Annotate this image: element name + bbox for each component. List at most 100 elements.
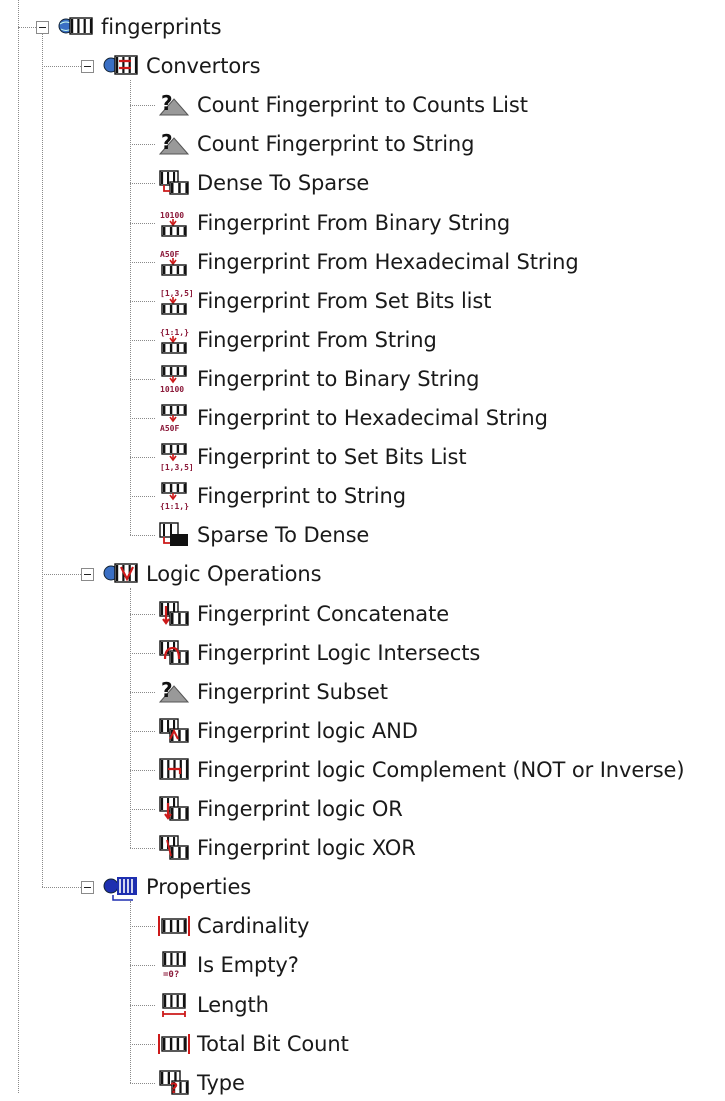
tree-node-fingerprint-logic-xor[interactable]: Fingerprint logic XOR [152,830,416,866]
concatenate-icon [152,599,194,629]
is-empty-icon: =0? [152,950,194,980]
tree-connector-line [130,80,131,536]
hex-to-fingerprint-icon: A50F [152,247,194,277]
setbits-to-fingerprint-icon: [1,3,5] [152,286,194,316]
tree-node-label: Fingerprint Concatenate [197,601,450,626]
tree-node-label: Fingerprint to Set Bits List [197,445,467,470]
tree-connector-line [130,588,131,849]
tree-node-label: Dense To Sparse [197,171,370,196]
tree-node-type[interactable]: ? Type [152,1065,245,1101]
tree-node-label: Count Fingerprint to Counts List [197,93,528,118]
tree-node-label: Fingerprint to Binary String [197,366,480,391]
tree-node-label: Is Empty? [197,953,299,978]
tree-node-logic-operations[interactable]: Logic Operations [101,556,322,592]
convertors-category-icon [101,51,143,81]
svg-text:?: ? [170,1081,178,1097]
fingerprint-to-binary-icon: 10100 [152,364,194,394]
cardinality-icon [152,911,194,941]
logic-or-icon [152,794,194,824]
tree-node-label: Properties [146,875,252,900]
logic-xor-icon [152,833,194,863]
tree-node-fingerprint-from-hexadecimal-string[interactable]: A50F Fingerprint From Hexadecimal String [152,244,579,280]
tree-node-sparse-to-dense[interactable]: Sparse To Dense [152,517,369,553]
tree-node-convertors[interactable]: Convertors [101,48,261,84]
tree-node-fingerprints[interactable]: fingerprints [56,9,222,45]
tree-node-label: Logic Operations [146,562,322,587]
tree-node-label: Convertors [146,54,261,79]
tree-node-fingerprint-logic-and[interactable]: Fingerprint logic AND [152,713,418,749]
type-icon: ? [152,1068,194,1098]
length-icon [152,990,194,1020]
tree-node-cardinality[interactable]: Cardinality [152,908,309,944]
tree-node-label: Fingerprint logic Complement (NOT or Inv… [197,757,685,782]
binary-to-fingerprint-icon: 10100 [152,208,194,238]
tree-node-fingerprint-from-string[interactable]: {1:1,} Fingerprint From String [152,322,437,358]
svg-text:?: ? [161,678,173,702]
tree-connector-line [130,901,131,1083]
tree-node-fingerprint-to-binary-string[interactable]: 10100 Fingerprint to Binary String [152,361,479,397]
tree-connector-line [42,34,43,888]
tree-node-label: Cardinality [197,914,310,939]
question-wizard-icon: ? [152,90,194,120]
tree-node-dense-to-sparse[interactable]: Dense To Sparse [152,165,369,201]
tree-node-fingerprint-concatenate[interactable]: Fingerprint Concatenate [152,596,449,632]
fingerprint-to-setbits-icon: [1,3,5] [152,442,194,472]
question-wizard-icon: ? [152,677,194,707]
tree-node-fingerprint-logic-complement-not-or-inverse[interactable]: Fingerprint logic Complement (NOT or Inv… [152,752,685,788]
tree-node-label: Fingerprint From Set Bits list [197,288,492,313]
tree-node-fingerprint-from-set-bits-list[interactable]: [1,3,5] Fingerprint From Set Bits list [152,283,492,319]
tree-node-label: Fingerprint Subset [197,679,388,704]
tree-connector-line [42,574,81,576]
total-bit-count-icon [152,1029,194,1059]
tree-node-fingerprint-to-hexadecimal-string[interactable]: A50F Fingerprint to Hexadecimal String [152,400,548,436]
tree-node-is-empty[interactable]: =0? Is Empty? [152,947,299,983]
svg-text:A50F: A50F [160,424,179,432]
svg-text:10100: 10100 [160,385,184,393]
tree-node-label: Fingerprint From Hexadecimal String [197,249,579,274]
tree-node-count-fingerprint-to-counts-list[interactable]: ? Count Fingerprint to Counts List [152,87,528,123]
fingerprint-to-hex-icon: A50F [152,403,194,433]
tree-node-label: Type [197,1070,245,1095]
tree-node-length[interactable]: Length [152,987,269,1023]
tree-node-label: Total Bit Count [197,1031,349,1056]
logic-and-icon [152,716,194,746]
svg-text:A50F: A50F [160,250,179,259]
tree-node-properties[interactable]: Properties [101,869,251,905]
fingerprint-to-string-icon: {1:1,} [152,481,194,511]
tree-node-label: Fingerprint Logic Intersects [197,640,481,665]
tree-node-fingerprint-from-binary-string[interactable]: 10100 Fingerprint From Binary String [152,205,510,241]
tree-node-label: fingerprints [101,15,222,39]
tree-node-fingerprint-logic-or[interactable]: Fingerprint logic OR [152,791,403,827]
tree-node-label: Count Fingerprint to String [197,132,475,157]
string-to-fingerprint-icon: {1:1,} [152,325,194,355]
svg-text:{1:1,}: {1:1,} [160,328,189,337]
svg-text:{1:1,}: {1:1,} [160,502,189,510]
tree-node-label: Sparse To Dense [197,523,370,548]
sparse-to-dense-icon [152,520,194,550]
tree-node-total-bit-count[interactable]: Total Bit Count [152,1026,349,1062]
tree-node-count-fingerprint-to-string[interactable]: ? Count Fingerprint to String [152,126,474,162]
tree-node-fingerprint-to-set-bits-list[interactable]: [1,3,5] Fingerprint to Set Bits List [152,439,467,475]
expand-collapse-properties[interactable] [81,881,94,895]
svg-text:10100: 10100 [160,211,184,220]
tree-node-label: Fingerprint From Binary String [197,210,511,235]
logic-not-icon [152,755,194,785]
tree-node-label: Fingerprint to Hexadecimal String [197,406,548,430]
tree-node-label: Fingerprint to String [197,484,406,509]
tree-node-label: Fingerprint logic XOR [197,836,416,861]
logic-operations-category-icon [101,559,143,589]
tree-node-fingerprint-logic-intersects[interactable]: Fingerprint Logic Intersects [152,635,480,671]
question-wizard-icon: ? [152,129,194,159]
expand-collapse-logic-operations[interactable] [81,568,94,582]
tree-node-fingerprint-to-string[interactable]: {1:1,} Fingerprint to String [152,478,406,514]
svg-text:?: ? [161,130,173,154]
expand-collapse-convertors[interactable] [81,60,94,74]
tree-node-fingerprint-subset[interactable]: ? Fingerprint Subset [152,674,388,710]
fingerprint-barcode-globe-icon [56,12,98,42]
svg-text:[1,3,5]: [1,3,5] [160,289,192,298]
expand-collapse-fingerprints[interactable] [36,21,49,34]
svg-text:[1,3,5]: [1,3,5] [160,463,192,471]
svg-text:?: ? [161,91,173,115]
intersects-icon [152,638,194,668]
tree-connector-line [18,0,19,1093]
